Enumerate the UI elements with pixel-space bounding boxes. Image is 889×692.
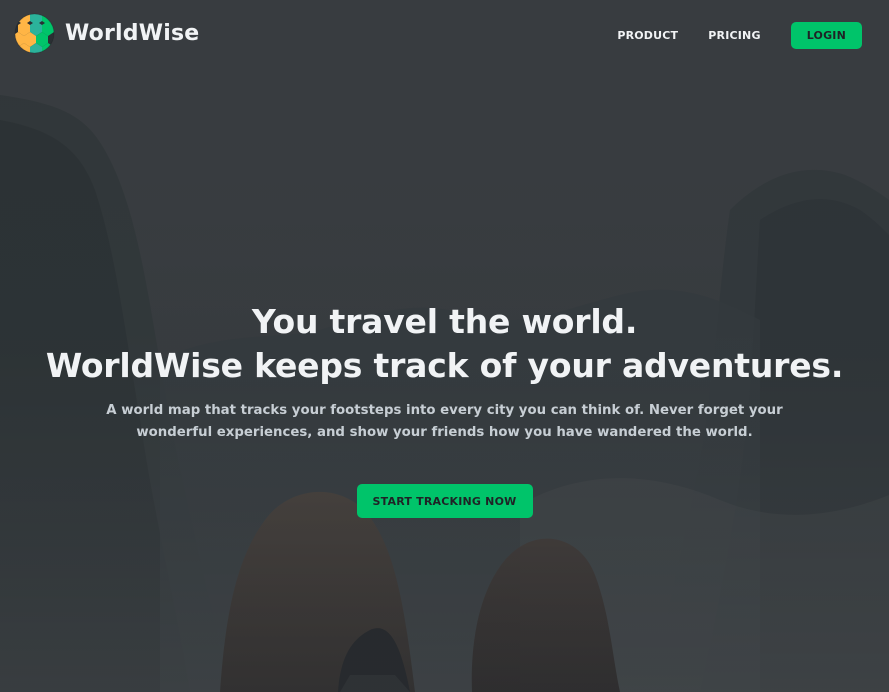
top-nav: WorldWise PRODUCT PRICING LOGIN	[0, 0, 889, 72]
hero-subheadline: A world map that tracks your footsteps i…	[106, 403, 783, 440]
hero-headline: You travel the world. WorldWise keeps tr…	[0, 300, 889, 388]
homepage: WorldWise PRODUCT PRICING LOGIN You trav…	[0, 0, 889, 692]
globe-hex-logo-icon	[14, 13, 55, 54]
nav-product-link[interactable]: PRODUCT	[617, 29, 678, 42]
hero-headline-line-2: WorldWise keeps track of your adventures…	[45, 346, 844, 385]
hero-headline-line-1: You travel the world.	[251, 302, 638, 341]
primary-nav: PRODUCT PRICING LOGIN	[617, 22, 862, 49]
brand-logo-link[interactable]: WorldWise	[14, 13, 199, 54]
brand-name: WorldWise	[65, 21, 200, 46]
nav-pricing-link[interactable]: PRICING	[708, 29, 760, 42]
hero-section: You travel the world. WorldWise keeps tr…	[0, 300, 889, 518]
login-button[interactable]: LOGIN	[790, 22, 862, 49]
start-tracking-button[interactable]: START TRACKING NOW	[356, 484, 533, 518]
